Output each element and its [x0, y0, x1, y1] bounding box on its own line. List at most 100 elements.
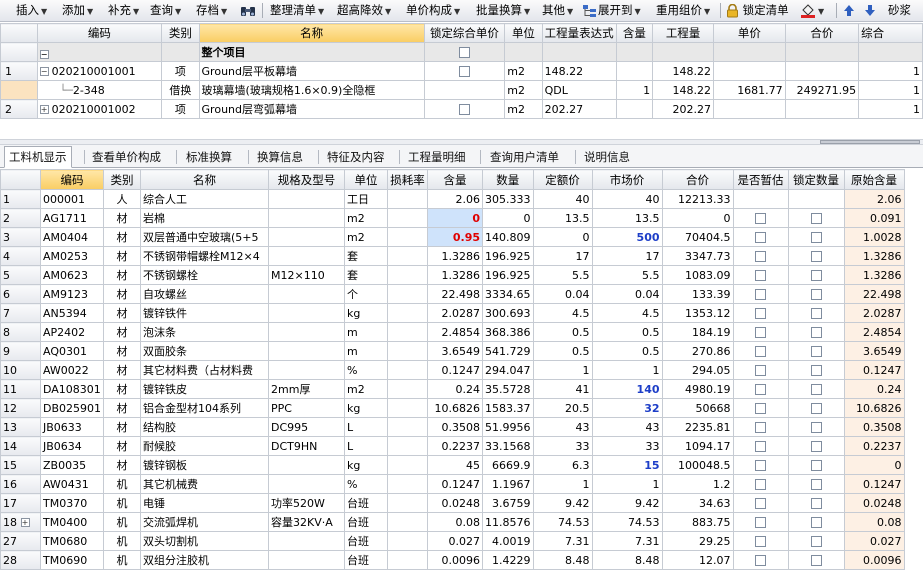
- quantity-cell[interactable]: 3.6759: [482, 493, 534, 513]
- original-ratio-cell[interactable]: 0: [843, 455, 905, 475]
- lock-quantity-checkbox-cell[interactable]: [787, 493, 845, 513]
- market-price-cell[interactable]: 32: [591, 398, 663, 418]
- type-cell[interactable]: 材: [103, 360, 142, 380]
- checkbox[interactable]: [755, 555, 767, 566]
- provisional-checkbox-cell[interactable]: [732, 455, 789, 475]
- minus-icon[interactable]: −: [39, 49, 49, 59]
- loss-rate-cell[interactable]: [387, 455, 429, 475]
- lock-quantity-checkbox-cell[interactable]: [787, 208, 845, 228]
- provisional-checkbox-cell[interactable]: [732, 417, 789, 437]
- loss-rate-cell[interactable]: [387, 550, 429, 570]
- lock-quantity-checkbox-cell[interactable]: [787, 303, 845, 323]
- checkbox[interactable]: [810, 384, 822, 395]
- code-cell[interactable]: DA108301: [39, 379, 105, 399]
- col-header-total[interactable]: 合价: [661, 169, 734, 190]
- code-cell[interactable]: AP2402: [39, 322, 105, 342]
- market-price-cell[interactable]: 9.42: [591, 493, 663, 513]
- checkbox[interactable]: [755, 441, 767, 452]
- ratio-cell[interactable]: 0.1247: [427, 360, 484, 380]
- lock-quantity-checkbox-cell[interactable]: [787, 379, 845, 399]
- base-price-cell[interactable]: 1: [532, 360, 593, 380]
- quantity-cell[interactable]: 6669.9: [482, 455, 534, 475]
- reuse-pricing-menu[interactable]: 重用组价 ▼: [656, 0, 710, 21]
- spec-cell[interactable]: [268, 208, 346, 228]
- checkbox[interactable]: [755, 289, 767, 300]
- code-cell[interactable]: TM0680: [39, 531, 105, 551]
- code-cell[interactable]: AG1711: [39, 208, 105, 228]
- base-price-cell[interactable]: 20.5: [532, 398, 593, 418]
- unit-price-cell[interactable]: [713, 61, 786, 81]
- lock-quantity-checkbox-cell[interactable]: [787, 189, 845, 209]
- loss-rate-cell[interactable]: [387, 474, 429, 494]
- name-cell[interactable]: 其它材料费（占材料费: [140, 360, 270, 380]
- bill-sub-row[interactable]: └─2-348 借换 玻璃幕墙(玻璃规格1.6×0.9)全隐框 m2 QDL 1…: [0, 80, 923, 100]
- resource-row[interactable]: 7 AN5394 材镀锌铁件 kg 2.0287 300.693 4.5 4.5 1353.12…: [0, 303, 905, 323]
- quantity-cell[interactable]: 196.925: [482, 246, 534, 266]
- ratio-cell[interactable]: 2.4854: [427, 322, 484, 342]
- lock-quantity-checkbox-cell[interactable]: [787, 360, 845, 380]
- total-cell[interactable]: 3347.73: [661, 246, 734, 266]
- quantity-cell[interactable]: 4.0019: [482, 531, 534, 551]
- type-cell[interactable]: 机: [103, 550, 142, 570]
- ratio-cell[interactable]: 2.06: [427, 189, 484, 209]
- type-cell[interactable]: 材: [103, 341, 142, 361]
- quantity-cell[interactable]: 368.386: [482, 322, 534, 342]
- base-price-cell[interactable]: 13.5: [532, 208, 593, 228]
- name-cell[interactable]: 镀锌钢板: [140, 455, 270, 475]
- resource-row[interactable]: 13 JB0633 材结构胶 DC995 L 0.3508 51.9956 43 43 2235.…: [0, 417, 905, 437]
- comprehensive-cell[interactable]: 1: [858, 61, 923, 81]
- bill-row[interactable]: 2 +020210001002 项 Ground层弯弧幕墙 m2 202.27 …: [0, 99, 923, 119]
- type-cell[interactable]: 材: [103, 398, 142, 418]
- ratio-cell[interactable]: [615, 61, 654, 81]
- total-cell[interactable]: [784, 99, 860, 119]
- market-price-cell[interactable]: 5.5: [591, 265, 663, 285]
- ratio-cell[interactable]: 0.027: [427, 531, 484, 551]
- ratio-cell[interactable]: 2.0287: [427, 303, 484, 323]
- checkbox[interactable]: [810, 498, 822, 509]
- name-cell[interactable]: 综合人工: [140, 189, 270, 209]
- quantity-cell[interactable]: 202.27: [652, 99, 715, 119]
- lock-quantity-checkbox-cell[interactable]: [787, 265, 845, 285]
- col-header-provisional[interactable]: 是否暂估: [732, 169, 789, 190]
- original-ratio-cell[interactable]: 2.0287: [843, 303, 905, 323]
- lock-quantity-checkbox-cell[interactable]: [787, 436, 845, 456]
- code-cell[interactable]: JB0634: [39, 436, 105, 456]
- expression-cell[interactable]: 148.22: [541, 61, 617, 81]
- checkbox[interactable]: [810, 460, 822, 471]
- total-cell[interactable]: 70404.5: [661, 227, 734, 247]
- col-header-spec[interactable]: 规格及型号: [268, 169, 346, 190]
- original-ratio-cell[interactable]: 1.0028: [843, 227, 905, 247]
- checkbox[interactable]: [810, 346, 822, 357]
- resource-row[interactable]: 12 DB025901 材铝合金型材104系列 PPC kg 10.6826 1583.37…: [0, 398, 905, 418]
- provisional-checkbox-cell[interactable]: [732, 550, 789, 570]
- unit-cell[interactable]: m2: [504, 80, 543, 100]
- provisional-checkbox-cell[interactable]: [732, 436, 789, 456]
- archive-menu[interactable]: 存档 ▼: [196, 0, 227, 21]
- provisional-checkbox-cell[interactable]: [732, 303, 789, 323]
- type-cell[interactable]: 机: [103, 474, 142, 494]
- resource-row[interactable]: 8 AP2402 材泡沫条 m 2.4854 368.386 0.5 0.5 184.19 2.4…: [0, 322, 905, 342]
- name-cell[interactable]: 双面胶条: [140, 341, 270, 361]
- loss-rate-cell[interactable]: [387, 493, 429, 513]
- total-cell[interactable]: 1353.12: [661, 303, 734, 323]
- lock-quantity-checkbox-cell[interactable]: [787, 227, 845, 247]
- col-header-expression[interactable]: 工程量表达式: [541, 23, 617, 43]
- code-cell[interactable]: AM0623: [39, 265, 105, 285]
- resource-row[interactable]: 6 AM9123 材自攻螺丝个 22.498 3334.65 0.04 0.04 133.39…: [0, 284, 905, 304]
- code-cell[interactable]: +020210001002: [36, 99, 163, 119]
- resource-row[interactable]: 27 TM0680 机双头切割机 台班 0.027 4.0019 7.31 7.31 29.25…: [0, 531, 905, 551]
- plus-icon[interactable]: +: [20, 518, 30, 527]
- resource-row[interactable]: 2 AG1711 材岩棉 m2 0 0 13.5 13.5 0 0.091: [0, 208, 905, 228]
- unit-cell[interactable]: m2: [504, 99, 543, 119]
- spec-cell[interactable]: [268, 455, 346, 475]
- minus-icon[interactable]: −: [39, 67, 49, 76]
- checkbox[interactable]: [755, 251, 767, 262]
- loss-rate-cell[interactable]: [387, 531, 429, 551]
- name-cell[interactable]: 玻璃幕墙(玻璃规格1.6×0.9)全隐框: [198, 80, 425, 100]
- checkbox[interactable]: [810, 213, 822, 224]
- supplement-menu[interactable]: 补充 ▼: [108, 0, 139, 21]
- original-ratio-cell[interactable]: 0.0096: [843, 550, 905, 570]
- base-price-cell[interactable]: 17: [532, 246, 593, 266]
- unit-cell[interactable]: m2: [344, 227, 389, 247]
- code-cell[interactable]: AM9123: [39, 284, 105, 304]
